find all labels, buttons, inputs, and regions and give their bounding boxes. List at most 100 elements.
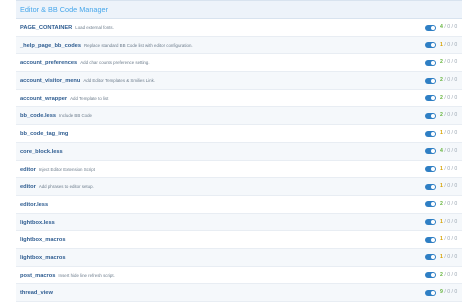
enable-toggle[interactable] [425, 254, 436, 261]
toggle-knob [431, 149, 435, 154]
modification-description: Inject Editor Extension Script [38, 166, 95, 172]
template-name-link[interactable]: editor Inject Editor Extension Script [20, 161, 95, 178]
list-item[interactable]: account_wrapper Add Template to list 2 / 0… [16, 90, 462, 108]
template-name[interactable]: _help_page_bb_codes [20, 43, 81, 49]
list-item[interactable]: editor Inject Editor Extension Script 1 / … [16, 161, 462, 179]
modification-count: 9 / 0 / 0 [440, 284, 457, 301]
list-item[interactable]: lightbox_macros 1 / 0 / 0 [16, 231, 462, 249]
template-name[interactable]: thread_view [20, 290, 53, 296]
template-name-link[interactable]: bb_code.less Include BB Code [20, 107, 92, 124]
other-counts: / 0 / 0 [442, 183, 458, 190]
enable-toggle[interactable] [425, 236, 436, 243]
enable-toggle[interactable] [425, 59, 436, 66]
list-item[interactable]: bb_code.less Include BB Code 2 / 0 / 0 [16, 107, 462, 126]
toggle-knob [431, 255, 435, 260]
list-item[interactable]: editor Add phrases to editor setup. 1 / 0 … [16, 178, 462, 196]
template-name-link[interactable]: core_block.less [20, 143, 66, 160]
enable-toggle[interactable] [425, 24, 436, 31]
template-name-link[interactable]: editor.less [20, 196, 51, 213]
template-modifications-panel: Editor & BB Code Manager PAGE_CONTAINER L… [16, 0, 462, 302]
template-name[interactable]: bb_code.less [20, 113, 56, 119]
modification-count: 2 / 0 / 0 [440, 90, 457, 107]
enable-toggle[interactable] [425, 42, 436, 49]
modification-count: 2 / 0 / 0 [440, 72, 457, 89]
enable-toggle[interactable] [425, 95, 436, 102]
other-counts: / 0 / 0 [442, 59, 458, 66]
enable-toggle[interactable] [425, 130, 436, 137]
template-name-link[interactable]: lightbox_macros [20, 231, 69, 248]
enable-toggle[interactable] [425, 272, 436, 279]
modification-description: Replace standard BB Code list with edito… [84, 42, 193, 48]
template-name-link[interactable]: account_visitor_menu Add Editor Templates… [20, 72, 155, 89]
template-name-link[interactable]: thread_view [20, 284, 56, 301]
template-name-link[interactable]: account_wrapper Add Template to list [20, 90, 108, 107]
toggle-knob [431, 43, 435, 48]
toggle-knob [431, 273, 435, 278]
other-counts: / 0 / 0 [442, 147, 458, 154]
list-item[interactable]: bb_code_tag_img 1 / 0 / 0 [16, 125, 462, 143]
template-name[interactable]: core_block.less [20, 149, 63, 155]
enable-toggle[interactable] [425, 201, 436, 208]
enable-toggle[interactable] [425, 183, 436, 190]
enable-toggle[interactable] [425, 77, 436, 84]
toggle-knob [431, 220, 435, 225]
template-name[interactable]: editor [20, 167, 36, 173]
enable-toggle[interactable] [425, 289, 436, 296]
template-name-link[interactable]: _help_page_bb_codes Replace standard BB C… [20, 37, 193, 54]
other-counts: / 0 / 0 [442, 289, 458, 296]
other-counts: / 0 / 0 [442, 165, 458, 172]
toggle-knob [431, 131, 435, 136]
template-name[interactable]: account_preferences [20, 60, 77, 66]
modification-description: Add Template to list [70, 95, 109, 101]
template-name-link[interactable]: lightbox.less [20, 214, 58, 231]
enable-toggle[interactable] [425, 166, 436, 172]
list-item[interactable]: lightbox_macros 1 / 0 / 0 [16, 248, 462, 267]
enable-toggle[interactable] [425, 148, 436, 155]
enable-toggle[interactable] [425, 219, 436, 226]
modification-description: Add Editor Templates & Smilies Link. [83, 78, 156, 84]
template-name[interactable]: account_wrapper [20, 96, 67, 102]
list-item[interactable]: lightbox.less 1 / 0 / 0 [16, 213, 462, 232]
template-name[interactable]: lightbox.less [20, 220, 55, 226]
modification-count: 2 / 0 / 0 [440, 267, 457, 284]
toggle-knob [431, 25, 435, 30]
template-name[interactable]: editor [20, 184, 36, 190]
list-item[interactable]: PAGE_CONTAINER Load external fonts. 4 / 0 … [16, 19, 462, 37]
template-name[interactable]: editor.less [20, 202, 48, 208]
list-item[interactable]: post_macros Insert hide line refresh scri… [16, 267, 462, 285]
list-item[interactable]: editor.less 2 / 0 / 0 [16, 196, 462, 214]
modification-count: 1 / 0 / 0 [440, 214, 457, 231]
template-name-link[interactable]: lightbox_macros [20, 249, 69, 266]
list-item[interactable]: _help_page_bb_codes Replace standard BB C… [16, 36, 462, 55]
other-counts: / 0 / 0 [442, 94, 458, 101]
list-item[interactable]: thread_view 9 / 0 / 0 [16, 284, 462, 302]
modification-count: 1 / 0 / 0 [440, 231, 457, 248]
list-item[interactable]: account_preferences Add char counts prefe… [16, 54, 462, 73]
panel-title: Editor & BB Code Manager [16, 0, 462, 19]
template-name[interactable]: lightbox_macros [20, 237, 66, 243]
enable-toggle[interactable] [425, 112, 436, 119]
modification-count: 2 / 0 / 0 [440, 196, 457, 213]
modification-count: 1 / 0 / 0 [440, 125, 457, 142]
modification-count: 1 / 0 / 0 [440, 249, 457, 266]
list-item[interactable]: core_block.less 4 / 0 / 0 [16, 142, 462, 161]
modification-description: Include BB Code [59, 113, 92, 119]
template-name[interactable]: account_visitor_menu [20, 78, 80, 84]
modification-count: 2 / 0 / 0 [440, 107, 457, 124]
template-name-link[interactable]: account_preferences Add char counts prefe… [20, 54, 150, 71]
other-counts: / 0 / 0 [442, 253, 458, 260]
list-item[interactable]: account_visitor_menu Add Editor Templates… [16, 72, 462, 90]
template-name-link[interactable]: post_macros Insert hide line refresh scri… [20, 267, 115, 284]
modification-count: 2 / 0 / 0 [440, 54, 457, 71]
template-name[interactable]: bb_code_tag_img [20, 131, 68, 137]
modification-count: 4 / 0 / 0 [440, 19, 457, 36]
template-name-link[interactable]: editor Add phrases to editor setup. [20, 178, 94, 195]
template-name[interactable]: post_macros [20, 273, 55, 279]
template-name[interactable]: lightbox_macros [20, 255, 66, 261]
toggle-knob [431, 167, 435, 171]
template-name[interactable]: PAGE_CONTAINER [20, 25, 72, 31]
modification-description: Load external fonts. [75, 25, 114, 30]
template-name-link[interactable]: PAGE_CONTAINER Load external fonts. [20, 19, 114, 36]
template-name-link[interactable]: bb_code_tag_img [20, 125, 71, 142]
toggle-knob [431, 237, 435, 242]
